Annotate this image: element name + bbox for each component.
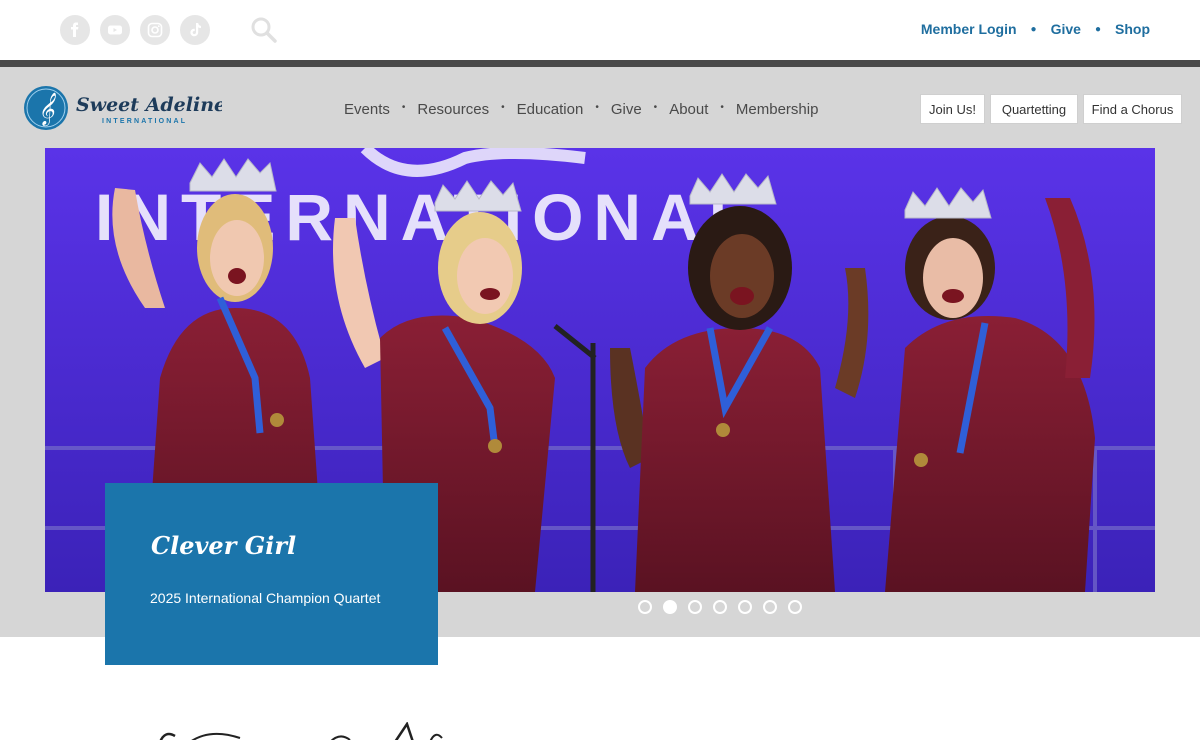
carousel-pagination <box>638 600 802 614</box>
singer-4 <box>885 187 1095 592</box>
nav-about[interactable]: About <box>669 101 708 118</box>
nav-education[interactable]: Education <box>517 101 584 118</box>
separator-dot: ● <box>1030 23 1037 35</box>
nav-separator: • <box>720 102 724 113</box>
nav-events[interactable]: Events <box>344 101 390 118</box>
nav-give[interactable]: Give <box>611 101 642 118</box>
svg-text:𝄞: 𝄞 <box>38 92 57 127</box>
nav-separator: • <box>501 102 505 113</box>
member-login-link[interactable]: Member Login <box>921 21 1017 37</box>
nav-separator: • <box>595 102 599 113</box>
instagram-icon[interactable] <box>140 15 170 45</box>
nav-separator: • <box>401 102 406 113</box>
hero-title: Clever Girl <box>151 531 297 560</box>
logo-wordmark: Sweet Adelines <box>76 94 222 116</box>
facebook-icon[interactable] <box>60 15 90 45</box>
search-icon[interactable] <box>249 15 279 45</box>
tiktok-icon[interactable] <box>180 15 210 45</box>
section-heading-cropped <box>150 722 450 740</box>
youtube-icon[interactable] <box>100 15 130 45</box>
main-nav: Events • Resources • Education • Give • … <box>344 101 818 118</box>
carousel-dot[interactable] <box>638 600 652 614</box>
join-us-button[interactable]: Join Us! <box>920 94 985 124</box>
nav-separator: • <box>653 102 658 113</box>
give-link[interactable]: Give <box>1051 21 1081 37</box>
shop-link[interactable]: Shop <box>1115 21 1150 37</box>
account-links: Member Login ● Give ● Shop <box>921 21 1150 37</box>
carousel-dot[interactable] <box>713 600 727 614</box>
quartetting-button[interactable]: Quartetting <box>990 94 1078 124</box>
hero-caption-card[interactable]: Clever Girl 2025 International Champion … <box>105 483 438 665</box>
find-a-chorus-button[interactable]: Find a Chorus <box>1083 94 1182 124</box>
hero-subtitle: 2025 International Champion Quartet <box>150 590 381 606</box>
nav-resources[interactable]: Resources <box>417 101 489 118</box>
carousel-dot[interactable] <box>663 600 677 614</box>
separator-dot: ● <box>1094 23 1101 35</box>
header-divider <box>0 60 1200 67</box>
carousel-dot[interactable] <box>763 600 777 614</box>
utility-bar: Member Login ● Give ● Shop <box>0 0 1200 60</box>
nav-membership[interactable]: Membership <box>736 101 819 118</box>
logo-subtitle: INTERNATIONAL <box>102 118 187 125</box>
sweet-adelines-logo[interactable]: 𝄞 Sweet Adelines INTERNATIONAL <box>22 83 237 133</box>
carousel-dot[interactable] <box>688 600 702 614</box>
social-links <box>60 15 210 45</box>
carousel-dot[interactable] <box>738 600 752 614</box>
carousel-dot[interactable] <box>788 600 802 614</box>
